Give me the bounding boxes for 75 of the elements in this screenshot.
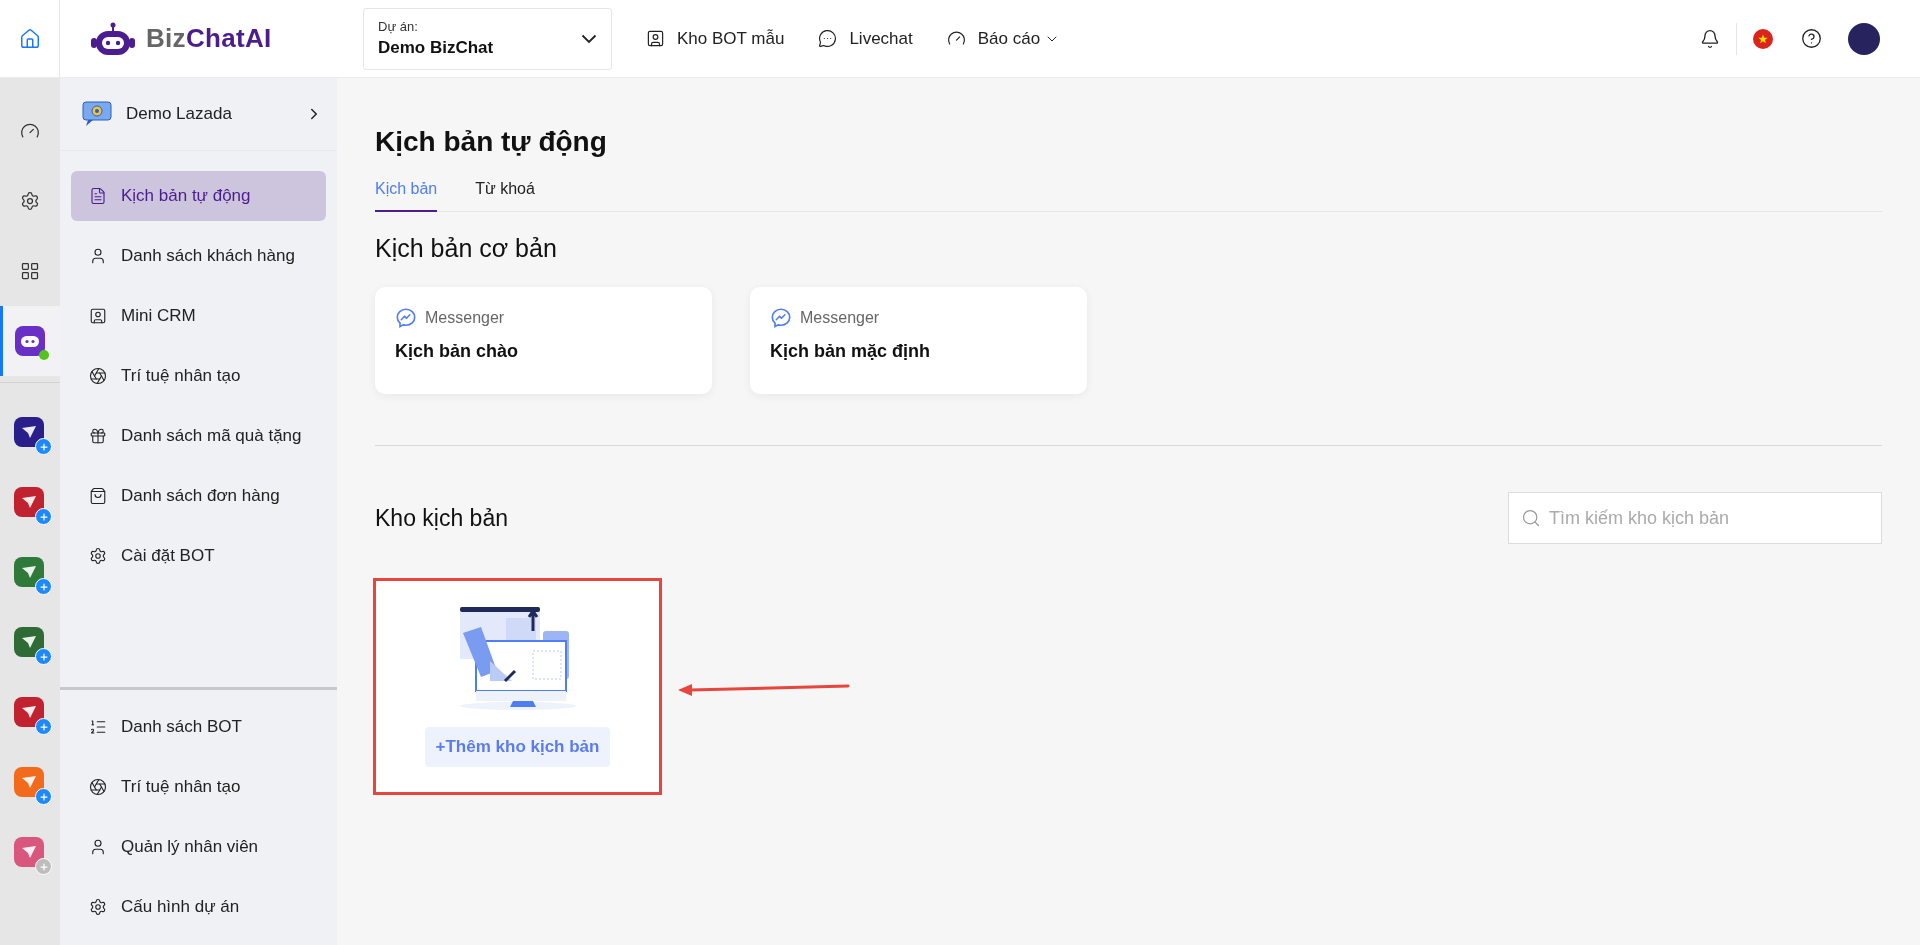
section-title: Kho kịch bản [375, 504, 508, 532]
project-selector[interactable]: Dự án: Demo BizChat [363, 7, 612, 70]
logo-text: BizChatAI [146, 23, 272, 54]
sidebar-item[interactable]: Trí tuệ nhân tạo [71, 762, 326, 812]
sidebar-item[interactable]: Danh sách BOT [71, 702, 326, 752]
paper-plane-icon [22, 566, 36, 578]
chat-bubble-icon [818, 29, 838, 48]
help-icon[interactable] [1801, 28, 1822, 49]
chat-gear-icon [82, 100, 112, 128]
notification-icon[interactable] [1700, 28, 1720, 49]
aperture-icon [89, 367, 107, 385]
tab[interactable]: Từ khoá [475, 172, 535, 212]
settings-icon [89, 898, 107, 916]
search-field[interactable]: Tìm kiếm kho kịch bản [1508, 492, 1882, 544]
plus-badge[interactable] [35, 508, 52, 525]
messenger-icon [770, 307, 792, 329]
sidebar-item[interactable]: Danh sách mã quà tặng [71, 411, 326, 461]
script-name: Kịch bản mặc định [770, 341, 932, 362]
app-icon[interactable] [14, 417, 44, 447]
tab[interactable]: Kịch bản [375, 172, 438, 212]
section-title: Kịch bản cơ bản [375, 234, 558, 263]
bot-switcher[interactable]: Demo Lazada [60, 78, 337, 151]
nav-link[interactable]: Báo cáo [946, 28, 1061, 49]
paper-plane-icon [22, 776, 36, 788]
script-card[interactable]: Messenger Kịch bản mặc định [750, 287, 1087, 394]
paper-plane-icon [22, 496, 36, 508]
sidebar-item[interactable]: Trí tuệ nhân tạo [71, 351, 326, 401]
settings-icon [89, 547, 107, 565]
paper-plane-icon [22, 426, 36, 438]
home-icon[interactable] [18, 27, 41, 50]
document-icon [89, 187, 107, 205]
script-name: Kịch bản chào [395, 341, 520, 362]
app-icon[interactable] [14, 627, 44, 657]
messenger-icon [395, 307, 417, 329]
gift-icon [89, 427, 107, 445]
avatar[interactable] [1848, 22, 1880, 55]
search-input[interactable]: Tìm kiếm kho kịch bản [1547, 506, 1869, 530]
app-icon[interactable] [14, 557, 44, 587]
page-title: Kịch bản tự động [375, 126, 608, 158]
sidebar-item[interactable]: Cài đặt BOT [71, 531, 326, 581]
plus-badge[interactable] [35, 718, 52, 735]
plus-badge[interactable] [35, 648, 52, 665]
gauge-icon [946, 29, 966, 48]
channel-label: Messenger [425, 309, 505, 327]
app-icon[interactable] [14, 697, 44, 727]
plus-badge[interactable] [35, 438, 52, 455]
list-icon [89, 718, 107, 736]
user-icon [89, 838, 107, 856]
sidebar-item[interactable]: Mini CRM [71, 291, 326, 341]
robot-logo-icon [90, 21, 136, 56]
robot-app-icon [15, 326, 45, 356]
sidebar-item[interactable]: Danh sách đơn hàng [71, 471, 326, 521]
bag-icon [89, 487, 107, 505]
sidebar-item[interactable]: Kịch bản tự động [71, 171, 326, 221]
paper-plane-icon [22, 846, 36, 858]
sidebar-item[interactable]: Quản lý nhân viên [71, 822, 326, 872]
sidebar-item[interactable]: Danh sách khách hàng [71, 231, 326, 281]
online-dot [39, 350, 49, 360]
app-icon[interactable] [14, 487, 44, 517]
grid-icon [20, 261, 40, 281]
user-icon [89, 247, 107, 265]
flag-icon[interactable] [1753, 28, 1773, 49]
bot-app-item[interactable] [0, 306, 60, 376]
paper-plane-icon [22, 636, 36, 648]
contact-card-icon [89, 307, 107, 325]
aperture-icon [89, 778, 107, 796]
chevron-down-icon [581, 33, 597, 44]
script-card[interactable]: Messenger Kịch bản chào [375, 287, 712, 394]
settings-icon [20, 191, 40, 211]
paper-plane-icon [22, 706, 36, 718]
nav-link[interactable]: Livechat [818, 28, 913, 49]
channel-label: Messenger [800, 309, 880, 327]
search-icon [1521, 508, 1541, 528]
nav-link[interactable]: Kho BOT mẫu [646, 28, 785, 49]
sidebar-item[interactable]: Cấu hình dự án [71, 882, 326, 932]
